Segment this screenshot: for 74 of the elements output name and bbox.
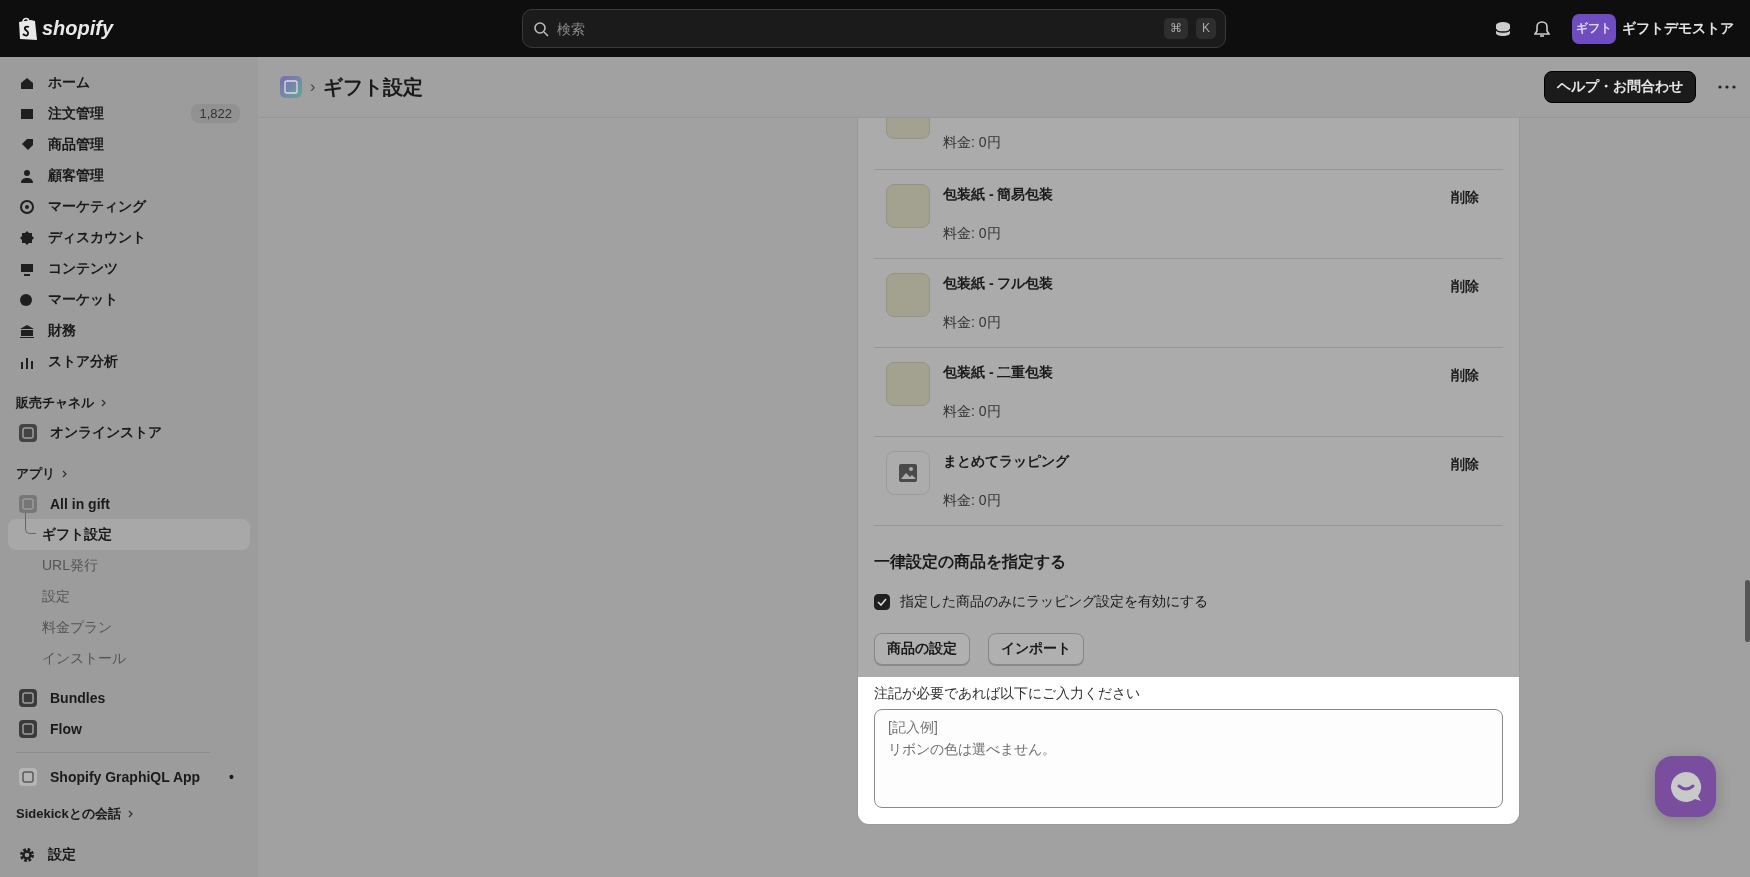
notes-field[interactable]: [記入例] リボンの色は選べません。 [874,709,1503,808]
section-heading[interactable]: Sidekickとの会話 [16,805,121,823]
wrapping-price: 料金: 0円 [943,314,1002,332]
wrapping-price: 料金: 0円 [943,403,1002,421]
delete-button[interactable]: 削除 [1451,188,1479,208]
chat-smile-icon [1668,769,1703,804]
nav-item[interactable]: Shopify GraphiQL App • [8,761,250,792]
section-heading[interactable]: アプリ [16,465,55,483]
delete-button[interactable]: 削除 [1451,366,1479,386]
stack-icon[interactable] [1494,19,1512,38]
search-icon [533,21,549,37]
notes-label: 注記が必要であれば以下にご入力ください [874,685,1141,703]
wrapping-name: 包装紙 - 二重包装 [943,364,1055,382]
wrapping-price: 料金: 0円 [943,492,1002,510]
secondary-button[interactable]: 商品の設定 [874,633,970,665]
chevron-icon [61,469,69,479]
app-icon [19,494,37,513]
nav-item[interactable]: All in gift [8,488,250,519]
app-logo-icon [280,76,302,98]
nav-item[interactable]: マーケティング [8,191,250,222]
checkbox[interactable] [874,594,890,610]
section-title: 一律設定の商品を指定する [874,552,1067,572]
help-button[interactable]: ヘルプ・お問合わせ [1544,71,1696,103]
store-avatar[interactable]: ギフト [1572,13,1616,44]
wrapping-paper-thumbnail [886,362,930,406]
discount-icon [19,229,35,246]
chat-button[interactable] [1655,756,1716,817]
shopping-bag-logo-icon [16,16,38,41]
more-icon[interactable] [1718,85,1736,89]
wrapping-price: 料金: 0円 [943,134,1002,152]
chevron-icon [126,809,135,819]
checkmark-icon [877,598,887,606]
bell-icon[interactable] [1534,19,1550,38]
nav-item[interactable]: コンテンツ [8,253,250,284]
target-icon [19,198,35,215]
nav-item[interactable]: 財務 [8,315,250,346]
nav-item[interactable]: マーケット [8,284,250,315]
store-icon [19,423,37,442]
scrollbar-thumb[interactable] [1745,580,1750,642]
wrapping-name: まとめてラッピング [943,453,1071,471]
nav-item[interactable]: ディスカウント [8,222,250,253]
page-title: ギフト設定 [323,74,424,100]
shortcut-key: ⌘ [1164,18,1188,39]
wrapping-name: 包装紙 - フル包装 [943,275,1055,293]
wrapping-name: 包装紙 - 簡易包装 [943,186,1055,204]
nav-item[interactable]: Bundles [8,682,250,713]
wrapping-paper-thumbnail [886,273,930,317]
checkbox-label: 指定した商品のみにラッピング設定を有効にする [900,593,1208,611]
nav-subitem[interactable]: ギフト設定 [8,519,250,550]
grid-icon [19,767,37,786]
nav-item[interactable]: 商品管理 [8,129,250,160]
count-badge: 1,822 [191,104,240,123]
person-icon [19,167,35,184]
breadcrumb-separator: › [310,78,316,96]
gear-icon [19,847,35,863]
status-dot: • [229,768,235,785]
section-heading[interactable]: 販売チャネル [16,394,94,412]
nav-item[interactable]: Flow [8,713,250,744]
nav-item[interactable]: ストア分析 [8,346,250,377]
image-placeholder-icon [886,451,930,495]
delete-button[interactable]: 削除 [1451,277,1479,297]
nav-item[interactable]: ホーム [8,67,250,98]
delete-button[interactable]: 削除 [1451,455,1479,475]
nav-item[interactable]: 注文管理 1,822 [8,98,250,129]
nav-item[interactable]: 顧客管理 [8,160,250,191]
logo-text[interactable]: shopify [42,17,114,40]
wrapping-paper-thumbnail [886,184,930,228]
nav-item[interactable]: 設定 [8,839,86,871]
wrapping-price: 料金: 0円 [943,225,1002,243]
nav-item[interactable]: オンラインストア [8,417,250,448]
secondary-button[interactable]: インポート [988,633,1084,665]
bank-icon [19,322,35,339]
store-name[interactable]: ギフトデモストア [1622,19,1734,38]
chevron-icon [100,398,108,408]
